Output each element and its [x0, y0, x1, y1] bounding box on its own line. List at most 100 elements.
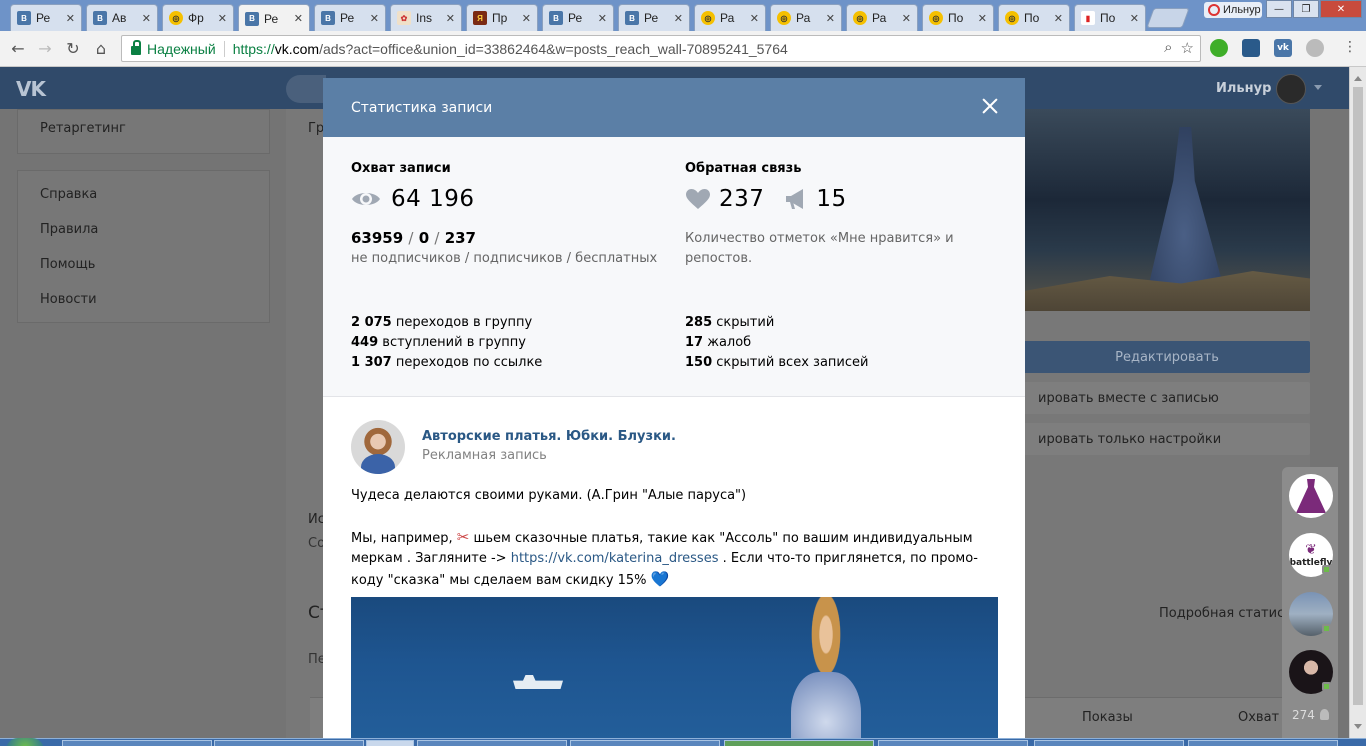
browser-tab[interactable]: Я Пр ✕	[466, 4, 538, 31]
edit-ad-button[interactable]: Редактировать	[1024, 341, 1310, 373]
copy-settings-button[interactable]: ировать только настройки	[1024, 423, 1310, 455]
new-tab-button[interactable]	[1146, 8, 1190, 28]
minimize-button[interactable]: —	[1266, 0, 1292, 18]
zoom-icon[interactable]: ⌕	[1164, 39, 1172, 57]
back-button[interactable]: ←	[8, 39, 28, 58]
browser-tab[interactable]: ◎ По ✕	[922, 4, 994, 31]
side-menu-item-rules[interactable]: Правила	[18, 212, 269, 247]
vk-user-name[interactable]: Ильнур	[1216, 81, 1271, 96]
green-refresh-extension-icon[interactable]	[1210, 39, 1228, 57]
detailed-stats-link[interactable]: Подробная статист	[1159, 606, 1292, 621]
stack-extension-icon[interactable]	[1242, 39, 1260, 57]
tab-close-icon[interactable]: ✕	[750, 12, 759, 25]
tab-close-icon[interactable]: ✕	[826, 12, 835, 25]
taskbar-item[interactable]	[214, 740, 364, 746]
author-avatar[interactable]	[351, 420, 405, 474]
side-menu-item-support[interactable]: Помощь	[18, 247, 269, 282]
vk-side-menu-top: Ретаргетинг	[17, 109, 270, 154]
start-button[interactable]	[6, 738, 44, 746]
browser-tab[interactable]: В Ав ✕	[86, 4, 158, 31]
browser-profile-badge[interactable]: Ильнур	[1204, 2, 1262, 18]
tab-close-icon[interactable]: ✕	[978, 12, 987, 25]
bookmark-star-icon[interactable]: ☆	[1181, 39, 1194, 57]
tab-close-icon[interactable]: ✕	[1054, 12, 1063, 25]
browser-tab[interactable]: В Ре ✕	[542, 4, 614, 31]
butterfly-icon: ❦	[1305, 542, 1317, 558]
browser-tab[interactable]: ✿ Ins ✕	[390, 4, 462, 31]
taskbar-item[interactable]	[570, 740, 720, 746]
scroll-down-arrow[interactable]	[1354, 724, 1362, 733]
close-window-button[interactable]: ✕	[1320, 0, 1362, 18]
page-scrollbar[interactable]	[1349, 67, 1366, 738]
close-icon[interactable]	[982, 98, 998, 114]
side-menu-item-retargeting[interactable]: Ретаргетинг	[18, 111, 269, 146]
tab-close-icon[interactable]: ✕	[446, 12, 455, 25]
online-indicator	[1322, 682, 1331, 691]
browser-tab[interactable]: ▮ По ✕	[1074, 4, 1146, 31]
online-count[interactable]: 274	[1292, 708, 1315, 722]
col-views-header[interactable]: Показы	[1082, 710, 1133, 725]
copy-with-post-button[interactable]: ировать вместе с записью	[1024, 382, 1310, 414]
browser-tab[interactable]: В Ре ✕	[238, 4, 310, 32]
post-link[interactable]: https://vk.com/katerina_dresses	[511, 551, 719, 566]
browser-tab[interactable]: ◎ Фр ✕	[162, 4, 234, 31]
reload-button[interactable]: ↻	[63, 39, 83, 58]
reach-separator: /	[408, 229, 414, 247]
taskbar-item[interactable]	[62, 740, 212, 746]
browser-tab[interactable]: ◎ Ра ✕	[694, 4, 766, 31]
reach-total: 64 196	[351, 186, 474, 212]
dress-icon	[1296, 479, 1326, 513]
stat-group-clicks: 2 075 переходов в группу	[351, 315, 533, 330]
reach-subscribers: 0	[418, 229, 430, 247]
tab-close-icon[interactable]: ✕	[218, 12, 227, 25]
friends-online-rail: ❦ battlefly	[1282, 467, 1338, 738]
browser-tab[interactable]: В Ре ✕	[618, 4, 690, 31]
browser-tab[interactable]: ◎ По ✕	[998, 4, 1070, 31]
browser-tab[interactable]: В Ре ✕	[10, 4, 82, 31]
taskbar-item[interactable]	[366, 740, 414, 746]
address-divider	[223, 40, 225, 57]
tab-close-icon[interactable]: ✕	[66, 12, 75, 25]
forward-button[interactable]: →	[35, 39, 55, 58]
url-host: vk.com	[274, 40, 320, 57]
taskbar-item[interactable]	[1188, 740, 1338, 746]
tab-close-icon[interactable]: ✕	[522, 12, 531, 25]
col-reach-header[interactable]: Охват	[1238, 710, 1279, 725]
scrollbar-thumb[interactable]	[1353, 87, 1363, 705]
taskbar-item[interactable]	[1034, 740, 1184, 746]
tab-close-icon[interactable]: ✕	[1130, 12, 1139, 25]
reach-nonsubscribers: 63959	[351, 229, 404, 247]
address-bar[interactable]: Надежный https:// vk.com /ads?act=office…	[121, 35, 1201, 62]
chrome-menu-icon[interactable]: ⋮	[1340, 39, 1360, 55]
vk-search-input[interactable]	[286, 75, 326, 103]
circle-extension-icon[interactable]	[1306, 39, 1324, 57]
chevron-down-icon[interactable]	[1314, 85, 1322, 94]
post-photo[interactable]	[351, 597, 998, 746]
tab-close-icon[interactable]: ✕	[598, 12, 607, 25]
side-menu-item-help[interactable]: Справка	[18, 177, 269, 212]
browser-tab[interactable]: ◎ Ра ✕	[770, 4, 842, 31]
rail-avatar-dress[interactable]	[1289, 474, 1333, 518]
scroll-up-arrow[interactable]	[1354, 72, 1362, 81]
taskbar-item[interactable]	[878, 740, 1028, 746]
vk-extension-icon[interactable]: vk	[1274, 39, 1292, 57]
tab-close-icon[interactable]: ✕	[674, 12, 683, 25]
vk-user-avatar[interactable]	[1276, 74, 1306, 104]
tab-close-icon[interactable]: ✕	[142, 12, 151, 25]
maximize-button[interactable]: ❐	[1293, 0, 1319, 18]
browser-tab[interactable]: В Ре ✕	[314, 4, 386, 31]
post-author-name[interactable]: Авторские платья. Юбки. Блузки.	[422, 429, 676, 444]
left-stat-list: 2 075 переходов в группу 449 вступлений …	[351, 313, 542, 373]
tab-close-icon[interactable]: ✕	[294, 12, 303, 25]
tab-close-icon[interactable]: ✕	[902, 12, 911, 25]
taskbar-item[interactable]	[724, 740, 874, 746]
tab-title: Ре	[264, 11, 279, 26]
browser-tab[interactable]: ◎ Ра ✕	[846, 4, 918, 31]
vk-favicon-icon: В	[321, 11, 335, 25]
side-menu-item-news[interactable]: Новости	[18, 282, 269, 317]
bg-text-group: Гр	[308, 121, 325, 136]
home-button[interactable]: ⌂	[91, 39, 111, 58]
taskbar-item[interactable]	[417, 740, 567, 746]
tab-close-icon[interactable]: ✕	[370, 12, 379, 25]
vk-logo[interactable]: VK	[16, 77, 46, 101]
